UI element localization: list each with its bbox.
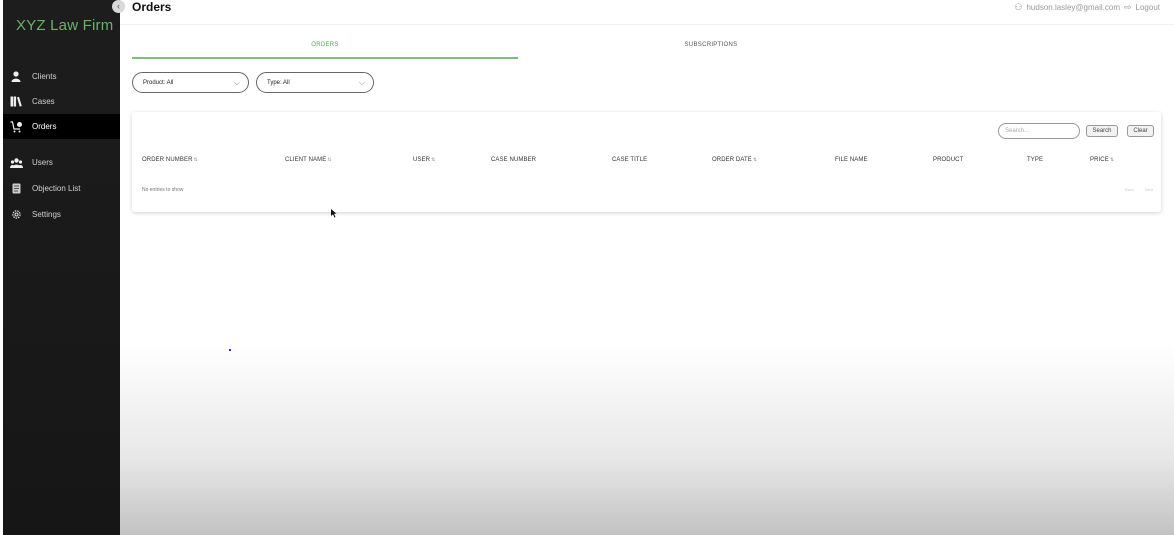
pager-back-button[interactable]: Back	[1125, 187, 1134, 192]
column-header-order-date[interactable]: ORDER DATE⇅	[712, 157, 757, 163]
tab-orders[interactable]: ORDERS	[132, 42, 518, 48]
product-filter-value: Product: All	[143, 79, 174, 86]
sort-icon: ⇅	[431, 157, 436, 163]
gear-icon	[9, 208, 23, 222]
logout-icon: ⇨	[1123, 2, 1132, 12]
cart-icon	[9, 120, 23, 134]
sidebar-item-label: Cases	[32, 97, 55, 106]
column-header-user[interactable]: USER⇅	[413, 157, 435, 163]
search-input[interactable]: Search...	[998, 123, 1080, 139]
chevron-down-icon: ⌵	[358, 78, 365, 87]
tab-subscriptions[interactable]: SUBSCRIPTIONS	[518, 42, 904, 48]
sort-icon: ⇅	[1109, 157, 1115, 163]
column-header-case-title: CASE TITLE	[612, 157, 648, 163]
empty-table-message: No entries to show	[142, 187, 184, 193]
stray-dot	[229, 349, 231, 351]
pager-next-button[interactable]: Next	[1145, 187, 1153, 192]
clear-button[interactable]: Clear	[1127, 125, 1154, 137]
sidebar-item-label: Orders	[32, 122, 57, 131]
chevron-left-icon: ‹	[117, 1, 120, 11]
active-tab-indicator	[132, 57, 518, 59]
column-header-product: PRODUCT	[933, 157, 964, 163]
books-icon	[9, 95, 23, 109]
sidebar-item-users[interactable]: Users	[3, 150, 120, 175]
sidebar-item-orders[interactable]: Orders	[3, 114, 120, 139]
sidebar-item-label: Settings	[32, 210, 61, 219]
orders-table-card: Search... Search Clear ORDER NUMBER⇅ CLI…	[132, 112, 1161, 212]
column-header-client-name[interactable]: CLIENT NAME⇅	[285, 157, 332, 163]
user-email: hudson.lasley@gmail.com	[1026, 3, 1120, 12]
sidebar-item-label: Users	[32, 158, 53, 167]
sidebar-item-clients[interactable]: Clients	[3, 64, 120, 89]
bottom-fade-overlay	[120, 345, 1174, 535]
sidebar-item-label: Objection List	[32, 184, 81, 193]
collapse-sidebar-button[interactable]: ‹	[112, 0, 125, 13]
logout-link[interactable]: Logout	[1136, 3, 1160, 12]
chevron-down-icon: ⌵	[233, 78, 240, 87]
mouse-cursor-icon	[331, 205, 337, 223]
header-divider	[120, 24, 1174, 25]
page-title: Orders	[132, 0, 172, 14]
type-filter-value: Type: All	[267, 79, 290, 86]
type-filter-select[interactable]: Type: All ⌵	[256, 72, 374, 93]
column-header-order-number[interactable]: ORDER NUMBER⇅	[142, 157, 198, 163]
column-header-type: TYPE	[1027, 157, 1044, 163]
sidebar-item-settings[interactable]: Settings	[3, 202, 120, 227]
person-icon	[9, 70, 23, 84]
sidebar-item-label: Clients	[32, 72, 57, 81]
user-menu: ⚇ hudson.lasley@gmail.com ⇨ Logout	[1014, 2, 1160, 13]
document-icon	[9, 182, 23, 196]
product-filter-select[interactable]: Product: All ⌵	[132, 72, 249, 93]
sort-icon: ⇅	[327, 157, 332, 163]
sort-icon: ⇅	[193, 157, 198, 163]
users-icon	[9, 156, 23, 170]
sidebar-item-objection-list[interactable]: Objection List	[3, 176, 120, 201]
column-header-case-number: CASE NUMBER	[491, 157, 537, 163]
column-header-file-name: FILE NAME	[835, 157, 868, 163]
brand-logo: XYZ Law Firm	[16, 17, 114, 34]
sidebar-item-cases[interactable]: Cases	[3, 89, 120, 114]
column-header-price[interactable]: PRICE⇅	[1090, 157, 1114, 163]
sidebar: XYZ Law Firm Clients Cases Orders Users …	[3, 0, 120, 535]
sort-icon: ⇅	[752, 157, 758, 163]
account-key-icon: ⚇	[1014, 2, 1023, 12]
search-button[interactable]: Search	[1086, 125, 1118, 137]
